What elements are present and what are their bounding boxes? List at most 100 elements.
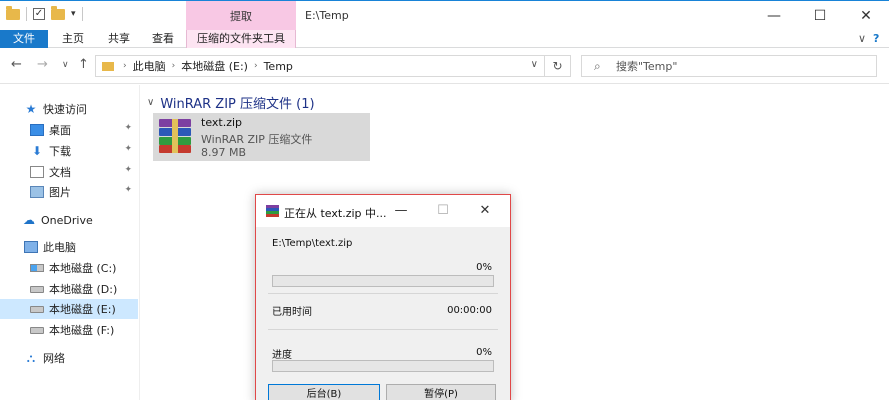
nav-item-drive-e[interactable]: 本地磁盘 (E:) [0,299,138,319]
group-header-label: WinRAR ZIP 压缩文件 (1) [160,97,315,112]
breadcrumb-separator[interactable]: › [172,61,176,71]
window-title: E:\Temp [305,9,349,22]
search-input[interactable] [616,58,866,74]
archive-path: E:\Temp\text.zip [272,238,353,249]
ribbon-tabs: 文件 主页 共享 查看 压缩的文件夹工具 ∨ ? [0,30,889,48]
nav-item-label: 桌面 [49,124,71,137]
star-icon: ★ [25,102,37,116]
new-folder-icon[interactable] [51,5,65,20]
nav-item-label: 此电脑 [43,241,76,254]
customize-toolbar-icon[interactable]: ▾ [71,9,76,19]
nav-item-desktop[interactable]: 桌面 ✦ [0,120,138,140]
context-tab-header: 提取 [186,1,296,31]
winrar-archive-icon [159,119,191,153]
properties-icon[interactable]: ✓ [33,8,45,20]
nav-item-drive-c[interactable]: 本地磁盘 (C:) [0,258,138,278]
chevron-down-icon[interactable]: ∨ [147,97,154,108]
navigation-pane: ★ 快速访问 桌面 ✦ ⬇ 下载 ✦ 文档 ✦ 图片 ✦ ☁ OneDrive … [0,85,140,400]
maximize-button[interactable]: ☐ [797,1,843,31]
forward-icon[interactable]: → [37,57,48,72]
nav-item-this-pc[interactable]: 此电脑 [0,237,138,257]
pin-icon[interactable]: ✦ [124,165,132,175]
divider [268,293,498,294]
cloud-icon: ☁ [23,213,35,227]
nav-item-network[interactable]: ⛬ 网络 [0,348,138,368]
file-name: text.zip [201,116,243,129]
address-bar[interactable]: › 此电脑 › 本地磁盘 (E:) › Temp ∨ ↻ [95,55,571,77]
nav-item-quick-access[interactable]: ★ 快速访问 [0,99,138,119]
total-progress-bar [272,360,494,372]
pin-icon[interactable]: ✦ [124,185,132,195]
collapse-ribbon-icon[interactable]: ∨ [858,32,866,45]
nav-item-pictures[interactable]: 图片 ✦ [0,182,138,202]
close-button[interactable]: ✕ [843,1,889,31]
divider [26,7,27,21]
progress-label: 进度 [272,350,292,361]
file-item[interactable]: text.zip WinRAR ZIP 压缩文件 8.97 MB [153,113,370,161]
group-header[interactable]: ∨ WinRAR ZIP 压缩文件 (1) [147,93,315,112]
nav-item-drive-f[interactable]: 本地磁盘 (F:) [0,320,138,340]
nav-item-label: 网络 [43,352,65,365]
breadcrumb-separator[interactable]: › [123,61,127,71]
elapsed-label: 已用时间 [272,307,312,318]
breadcrumb-this-pc[interactable]: 此电脑 [133,58,166,74]
pause-button[interactable]: 暂停(P) [386,384,496,400]
file-list: ∨ WinRAR ZIP 压缩文件 (1) text.zip WinRAR ZI… [141,85,889,400]
drive-icon [30,285,44,293]
dialog-close-button[interactable]: ✕ [470,200,500,222]
download-icon: ⬇ [31,144,43,158]
recent-locations-icon[interactable]: ∨ [62,60,69,70]
tab-file[interactable]: 文件 [0,30,48,48]
breadcrumb-temp[interactable]: Temp [264,60,293,73]
nav-item-label: 文档 [49,166,71,179]
winrar-icon [266,205,279,218]
breadcrumb-drive-e[interactable]: 本地磁盘 (E:) [181,58,248,74]
quick-access-toolbar: ✓ ▾ [6,5,83,21]
folder-icon [6,5,20,20]
nav-item-label: 本地磁盘 (C:) [49,262,117,275]
pin-icon[interactable]: ✦ [124,144,132,154]
nav-item-label: 本地磁盘 (D:) [49,283,118,296]
navigation-bar: ← → ∨ ↑ › 此电脑 › 本地磁盘 (E:) › Temp ∨ ↻ ⌕ [0,48,889,84]
drive-icon [30,326,44,334]
dialog-minimize-button[interactable]: — [386,200,416,222]
title-bar: ✓ ▾ 提取 E:\Temp — ☐ ✕ [0,0,889,31]
tab-share[interactable]: 共享 [96,30,142,48]
dialog-title: 正在从 text.zip 中... [284,207,387,220]
file-size: 8.97 MB [201,146,247,159]
tab-compressed-folder-tools[interactable]: 压缩的文件夹工具 [186,30,296,48]
nav-item-label: 本地磁盘 (F:) [49,324,115,337]
tab-view[interactable]: 查看 [140,30,186,48]
nav-item-downloads[interactable]: ⬇ 下载 ✦ [0,141,138,161]
nav-item-drive-d[interactable]: 本地磁盘 (D:) [0,279,138,299]
pin-icon[interactable]: ✦ [124,123,132,133]
dialog-title-bar: 正在从 text.zip 中... — ☐ ✕ [256,195,510,227]
breadcrumb-separator[interactable]: › [254,61,258,71]
refresh-button[interactable]: ↻ [544,56,570,76]
search-box[interactable]: ⌕ [581,55,877,77]
file-type: WinRAR ZIP 压缩文件 [201,133,313,146]
background-button[interactable]: 后台(B) [268,384,380,400]
back-icon[interactable]: ← [11,57,22,72]
pictures-icon [30,186,44,198]
drive-icon [30,264,44,272]
dialog-maximize-button[interactable]: ☐ [428,200,458,222]
nav-item-documents[interactable]: 文档 ✦ [0,162,138,182]
document-icon [30,166,44,178]
nav-item-label: OneDrive [41,213,93,227]
address-dropdown-icon[interactable]: ∨ [531,59,538,70]
folder-icon [102,61,114,71]
divider [268,329,498,330]
elapsed-value: 00:00:00 [447,305,492,316]
total-progress-percent: 0% [476,347,492,358]
desktop-icon [30,124,44,136]
search-icon: ⌕ [594,59,601,73]
nav-item-onedrive[interactable]: ☁ OneDrive [0,210,138,230]
extraction-dialog: 正在从 text.zip 中... — ☐ ✕ E:\Temp\text.zip… [255,194,511,400]
up-icon[interactable]: ↑ [78,57,89,72]
file-progress-percent: 0% [476,262,492,273]
drive-icon [30,305,44,313]
help-icon[interactable]: ? [873,32,879,45]
tab-home[interactable]: 主页 [50,30,96,48]
minimize-button[interactable]: — [751,1,797,31]
